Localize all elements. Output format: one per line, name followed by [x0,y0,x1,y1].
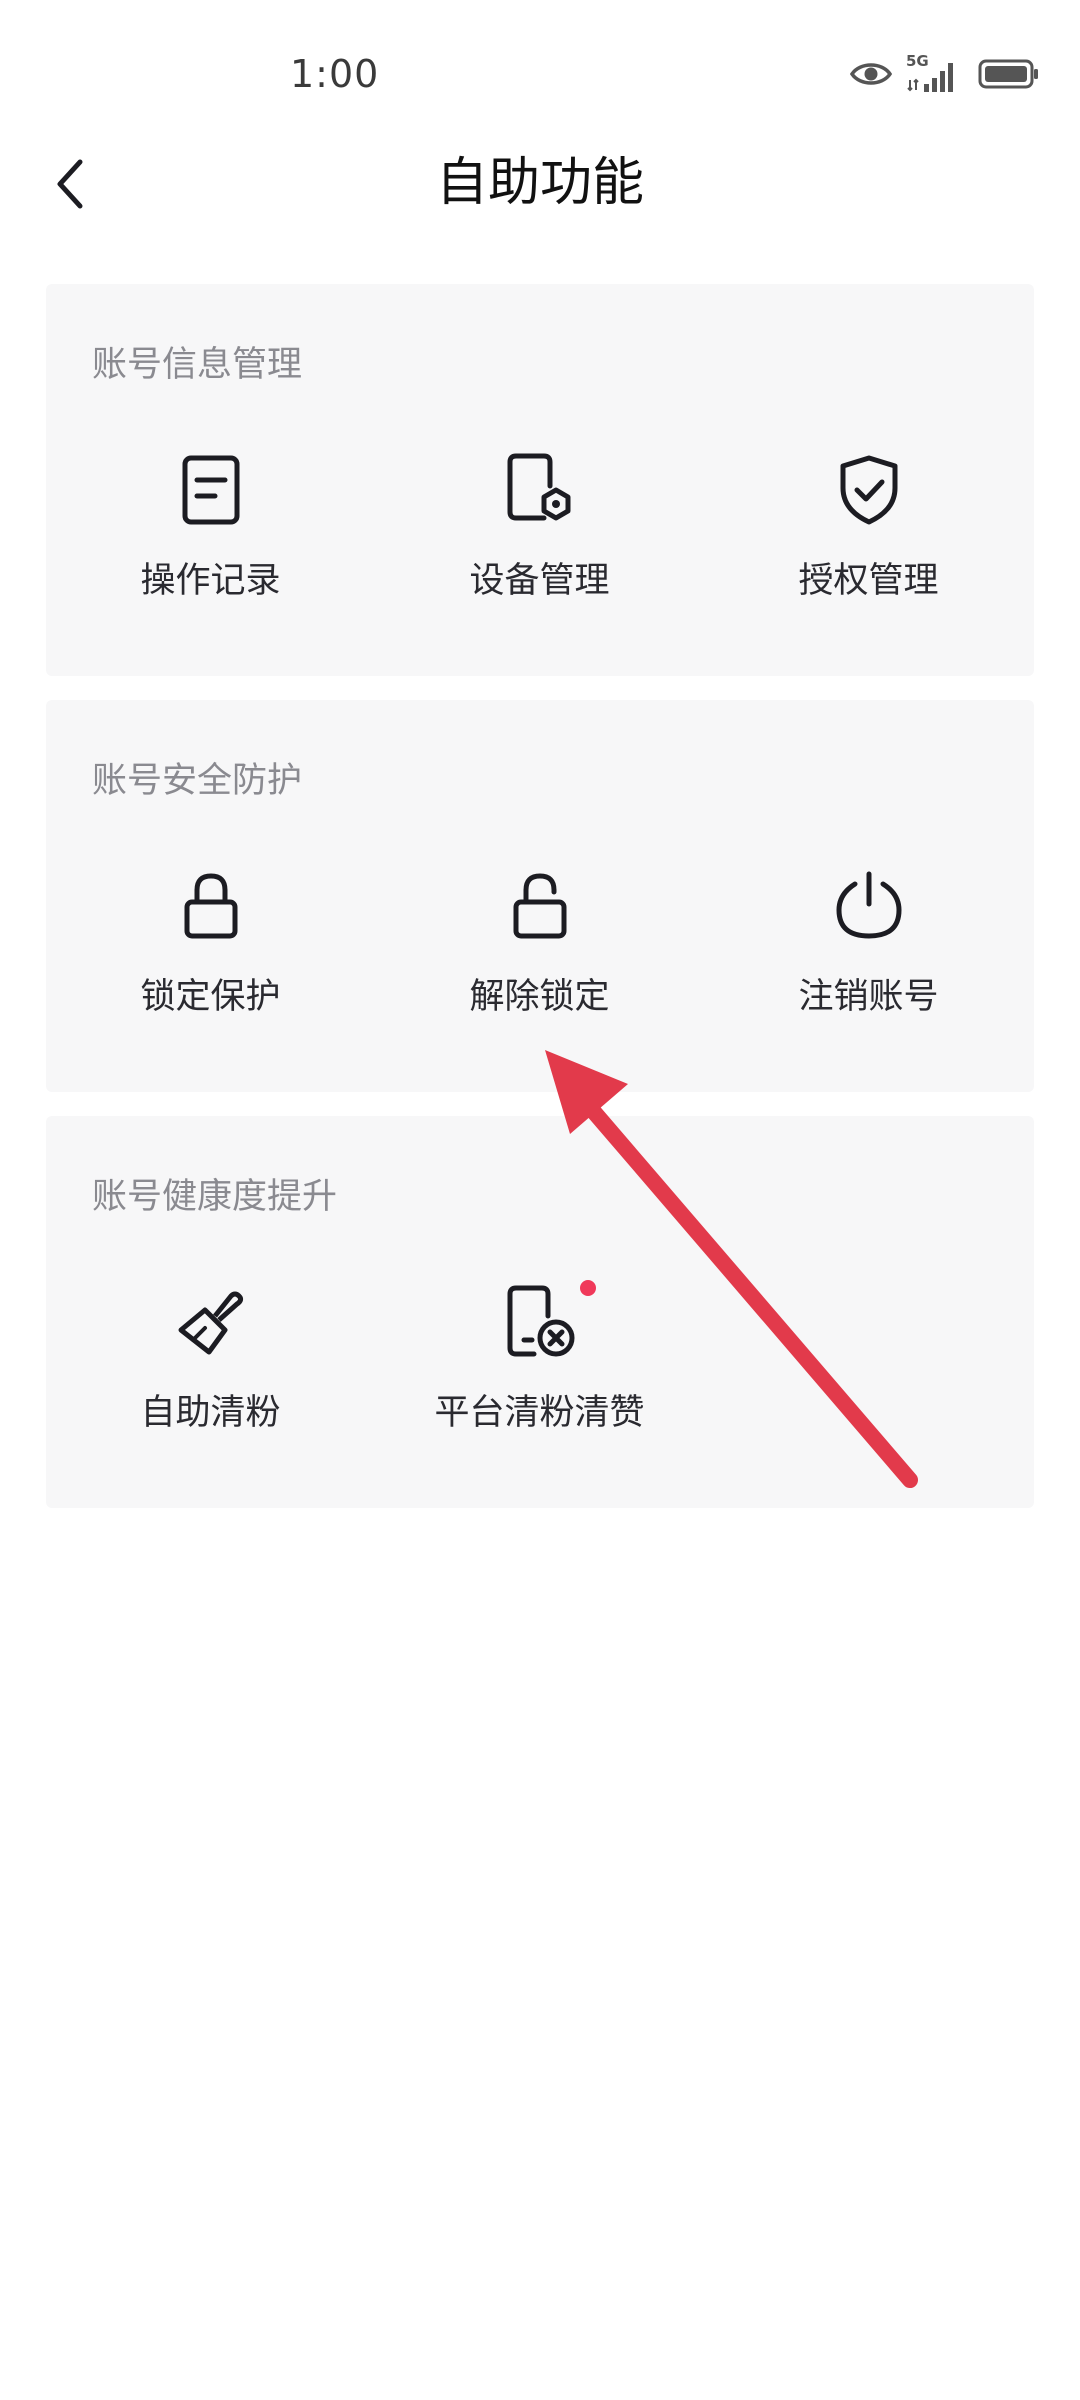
unlock-icon [502,868,578,944]
battery-icon [978,58,1040,94]
item-label: 自助清粉 [140,1393,281,1433]
item-authorization-management[interactable]: 授权管理 [704,452,1033,603]
item-unlock[interactable]: 解除锁定 [375,868,704,1019]
status-bar: 1:00 5G [0,0,1080,150]
section-items: 操作记录 设备管理 授权管理 [46,452,1034,603]
section-title: 账号健康度提升 [92,1177,338,1217]
status-time: 1:00 [290,52,380,96]
item-label: 解除锁定 [469,977,610,1017]
item-label: 操作记录 [140,561,281,601]
document-icon [173,452,249,528]
item-label: 授权管理 [798,561,939,601]
section-account-info: 账号信息管理 操作记录 设备管理 授权管理 [46,284,1034,676]
section-account-health: 账号健康度提升 自助清粉 平台清粉清赞 [46,1116,1034,1508]
item-label: 平台清粉清赞 [434,1393,645,1433]
item-label: 锁定保护 [140,977,281,1017]
item-self-clean-fans[interactable]: 自助清粉 [46,1284,375,1435]
notification-badge [579,1280,596,1296]
page-title: 自助功能 [435,153,644,213]
section-title: 账号安全防护 [92,761,303,801]
header: 自助功能 [0,150,1080,270]
item-label: 注销账号 [798,977,939,1017]
item-lock-protection[interactable]: 锁定保护 [46,868,375,1019]
section-items: 锁定保护 解除锁定 注销账号 [46,868,1034,1019]
section-title: 账号信息管理 [92,345,303,385]
phone-remove-icon [502,1280,596,1360]
item-delete-account[interactable]: 注销账号 [704,868,1033,1019]
lock-icon [173,868,249,944]
section-account-security: 账号安全防护 锁定保护 解除锁定 注销账号 [46,700,1034,1092]
status-icons: 5G [849,52,1040,94]
device-settings-icon [502,452,578,528]
item-operation-records[interactable]: 操作记录 [46,452,375,603]
section-items: 自助清粉 平台清粉清赞 [46,1280,1034,1435]
eye-icon [849,59,893,93]
brush-icon [173,1284,249,1360]
item-label: 设备管理 [469,561,610,601]
shield-check-icon [831,452,907,528]
signal-icon: 5G [906,52,964,94]
power-icon [831,868,907,944]
item-platform-clean-fans-likes[interactable]: 平台清粉清赞 [375,1280,704,1435]
item-device-management[interactable]: 设备管理 [375,452,704,603]
